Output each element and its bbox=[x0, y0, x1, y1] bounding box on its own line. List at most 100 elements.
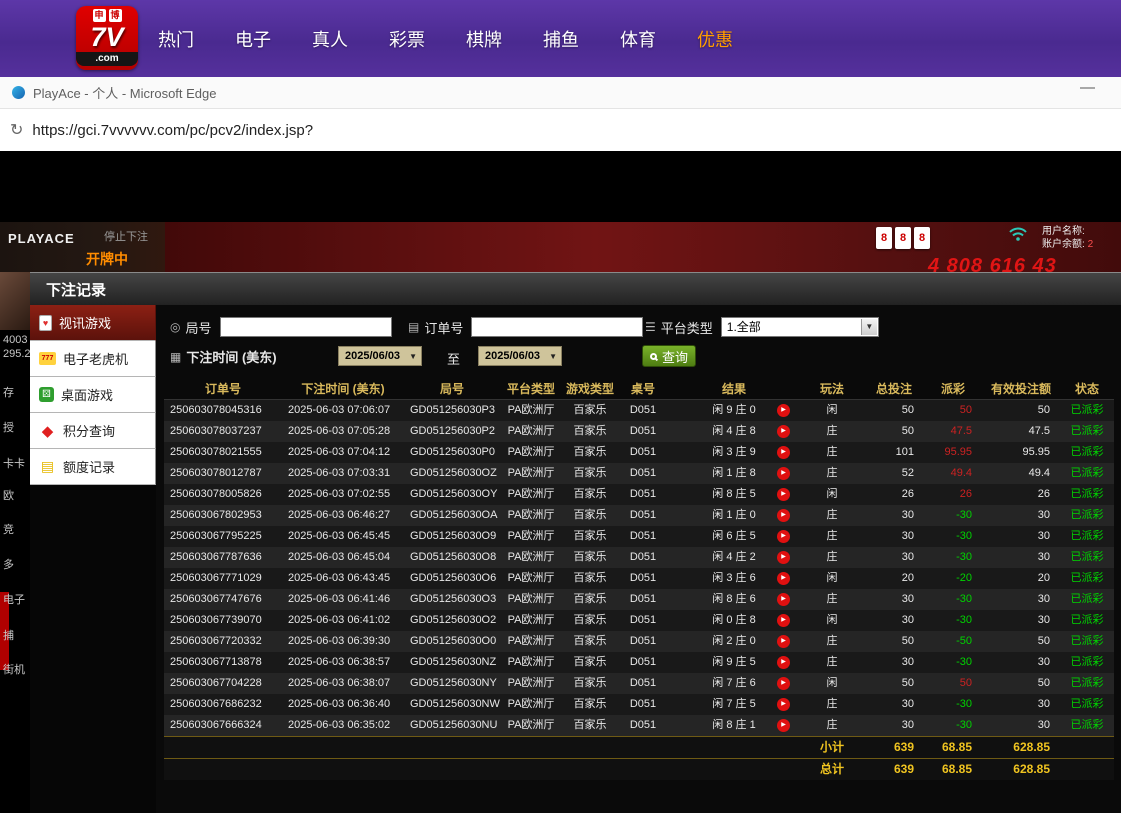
cell-payout: -30 bbox=[924, 694, 982, 715]
cell-payout: -30 bbox=[924, 652, 982, 673]
round-input[interactable] bbox=[220, 317, 392, 337]
table-row: 2506030780058262025-06-03 07:02:55GD0512… bbox=[164, 484, 1114, 505]
order-input[interactable] bbox=[471, 317, 643, 337]
nav-item-4[interactable]: 彩票 bbox=[389, 26, 425, 52]
cell-round: GD051256030NY bbox=[404, 673, 500, 694]
nav-item-6[interactable]: 捕鱼 bbox=[543, 26, 579, 52]
platform-list-icon: ☰ bbox=[645, 320, 656, 334]
records-table-wrap: 订单号下注时间 (美东)局号平台类型游戏类型桌号结果玩法总投注派彩有效投注额状态… bbox=[164, 379, 1114, 780]
cell-round: GD051256030O3 bbox=[404, 589, 500, 610]
play-icon[interactable]: ▶ bbox=[777, 677, 790, 690]
cell-round: GD051256030O0 bbox=[404, 631, 500, 652]
cell-bet_type: 庄 bbox=[800, 589, 864, 610]
cell-bet_type: 闲 bbox=[800, 673, 864, 694]
play-icon[interactable]: ▶ bbox=[777, 530, 790, 543]
nav-item-5[interactable]: 棋牌 bbox=[466, 26, 502, 52]
result-text: 闲 3 庄 9 bbox=[712, 446, 755, 458]
result-text: 闲 7 庄 5 bbox=[712, 698, 755, 710]
date-to-select[interactable]: 2025/06/03 bbox=[478, 346, 562, 366]
play-icon[interactable]: ▶ bbox=[777, 509, 790, 522]
play-icon[interactable]: ▶ bbox=[777, 614, 790, 627]
table-row: 2506030780453162025-06-03 07:06:07GD0512… bbox=[164, 399, 1114, 421]
address-bar[interactable]: ↻ https://gci.7vvvvvv.com/pc/pcv2/index.… bbox=[0, 109, 1121, 151]
cell-bet_type: 闲 bbox=[800, 399, 864, 421]
sidebar-item-label: 桌面游戏 bbox=[61, 385, 113, 404]
cell-status: 已派彩 bbox=[1060, 715, 1114, 737]
play-icon[interactable]: ▶ bbox=[777, 551, 790, 564]
screen: 申 博 7V .com 热门电子真人彩票棋牌捕鱼体育优惠 PlayAce - 个… bbox=[0, 0, 1121, 813]
cell-bet_type: 庄 bbox=[800, 526, 864, 547]
nav-item-2[interactable]: 电子 bbox=[235, 26, 271, 52]
play-icon[interactable]: ▶ bbox=[777, 698, 790, 711]
play-icon[interactable]: ▶ bbox=[777, 446, 790, 459]
cell-bet_type: 庄 bbox=[800, 715, 864, 737]
cell-bet_type: 庄 bbox=[800, 421, 864, 442]
site-logo[interactable]: 申 博 7V .com bbox=[76, 6, 138, 70]
to-label: 至 bbox=[447, 349, 460, 368]
order-filter: ▤ 订单号 bbox=[408, 317, 643, 337]
table-row: 2506030677203322025-06-03 06:39:30GD0512… bbox=[164, 631, 1114, 652]
url-text[interactable]: https://gci.7vvvvvv.com/pc/pcv2/index.js… bbox=[32, 122, 313, 139]
sidebar-item-3[interactable]: ⚄桌面游戏 bbox=[30, 377, 156, 413]
cell-status: 已派彩 bbox=[1060, 463, 1114, 484]
cell-time: 2025-06-03 06:46:27 bbox=[282, 505, 404, 526]
platform-select[interactable]: 1.全部 bbox=[721, 317, 879, 337]
date-from-select[interactable]: 2025/06/03 bbox=[338, 346, 422, 366]
play-icon[interactable]: ▶ bbox=[777, 635, 790, 648]
cell-order: 250603067771029 bbox=[164, 568, 282, 589]
sidebar-item-label: 视讯游戏 bbox=[59, 313, 111, 332]
sidebar-item-2[interactable]: 777电子老虎机 bbox=[30, 341, 156, 377]
logo-badge-right: 博 bbox=[109, 9, 122, 22]
sidebar-item-5[interactable]: ▤额度记录 bbox=[30, 449, 156, 485]
account-info: 用户名称: 账户余额: 2 bbox=[1042, 225, 1093, 251]
cell-time: 2025-06-03 07:02:55 bbox=[282, 484, 404, 505]
cell-valid_bet: 30 bbox=[982, 694, 1060, 715]
play-icon[interactable]: ▶ bbox=[777, 572, 790, 585]
cell-game: 百家乐 bbox=[562, 610, 618, 631]
cell-valid_bet: 20 bbox=[982, 568, 1060, 589]
cell-platform: PA欧洲厅 bbox=[500, 568, 562, 589]
table-row: 2506030677390702025-06-03 06:41:02GD0512… bbox=[164, 610, 1114, 631]
cell-round: GD051256030O9 bbox=[404, 526, 500, 547]
cell-status: 已派彩 bbox=[1060, 652, 1114, 673]
cell-table: D051 bbox=[618, 442, 668, 463]
result-text: 闲 3 庄 6 bbox=[712, 572, 755, 584]
cell-payout: 26 bbox=[924, 484, 982, 505]
cell-platform: PA欧洲厅 bbox=[500, 484, 562, 505]
sidebar-item-1[interactable]: ♥视讯游戏 bbox=[30, 305, 156, 341]
play-icon[interactable]: ▶ bbox=[777, 656, 790, 669]
cell-payout: -30 bbox=[924, 505, 982, 526]
sidebar-item-4[interactable]: ◆积分查询 bbox=[30, 413, 156, 449]
play-icon[interactable]: ▶ bbox=[777, 404, 790, 417]
site-header: 申 博 7V .com 热门 电子 真人 彩票 棋牌 捕鱼 体育 优惠 bbox=[0, 0, 1121, 77]
minimize-button[interactable]: — bbox=[1080, 79, 1095, 96]
table-header-row: 订单号下注时间 (美东)局号平台类型游戏类型桌号结果玩法总投注派彩有效投注额状态 bbox=[164, 379, 1114, 399]
play-icon[interactable]: ▶ bbox=[777, 425, 790, 438]
cell-total_bet: 30 bbox=[864, 652, 924, 673]
cell-table: D051 bbox=[618, 631, 668, 652]
background-fragment: 电子 bbox=[3, 591, 30, 607]
cell-payout: 50 bbox=[924, 399, 982, 421]
cell-table: D051 bbox=[618, 505, 668, 526]
cell-game: 百家乐 bbox=[562, 526, 618, 547]
total-payout: 68.85 bbox=[924, 758, 982, 780]
nav-item-8[interactable]: 优惠 bbox=[697, 26, 733, 52]
cell-order: 250603067704228 bbox=[164, 673, 282, 694]
background-fragment: 4003 bbox=[3, 334, 30, 346]
nav-item-3[interactable]: 真人 bbox=[312, 26, 348, 52]
cell-game: 百家乐 bbox=[562, 694, 618, 715]
cell-table: D051 bbox=[618, 399, 668, 421]
background-fragment: 295.2 bbox=[3, 348, 30, 360]
nav-item-1[interactable]: 热门 bbox=[158, 26, 194, 52]
play-icon[interactable]: ▶ bbox=[777, 719, 790, 732]
cell-game: 百家乐 bbox=[562, 421, 618, 442]
cell-table: D051 bbox=[618, 652, 668, 673]
play-icon[interactable]: ▶ bbox=[777, 593, 790, 606]
cell-table: D051 bbox=[618, 673, 668, 694]
play-icon[interactable]: ▶ bbox=[777, 488, 790, 501]
cell-result: 闲 4 庄 2▶ bbox=[668, 547, 800, 568]
search-button[interactable]: 查询 bbox=[642, 345, 696, 367]
cell-valid_bet: 30 bbox=[982, 547, 1060, 568]
play-icon[interactable]: ▶ bbox=[777, 467, 790, 480]
nav-item-7[interactable]: 体育 bbox=[620, 26, 656, 52]
